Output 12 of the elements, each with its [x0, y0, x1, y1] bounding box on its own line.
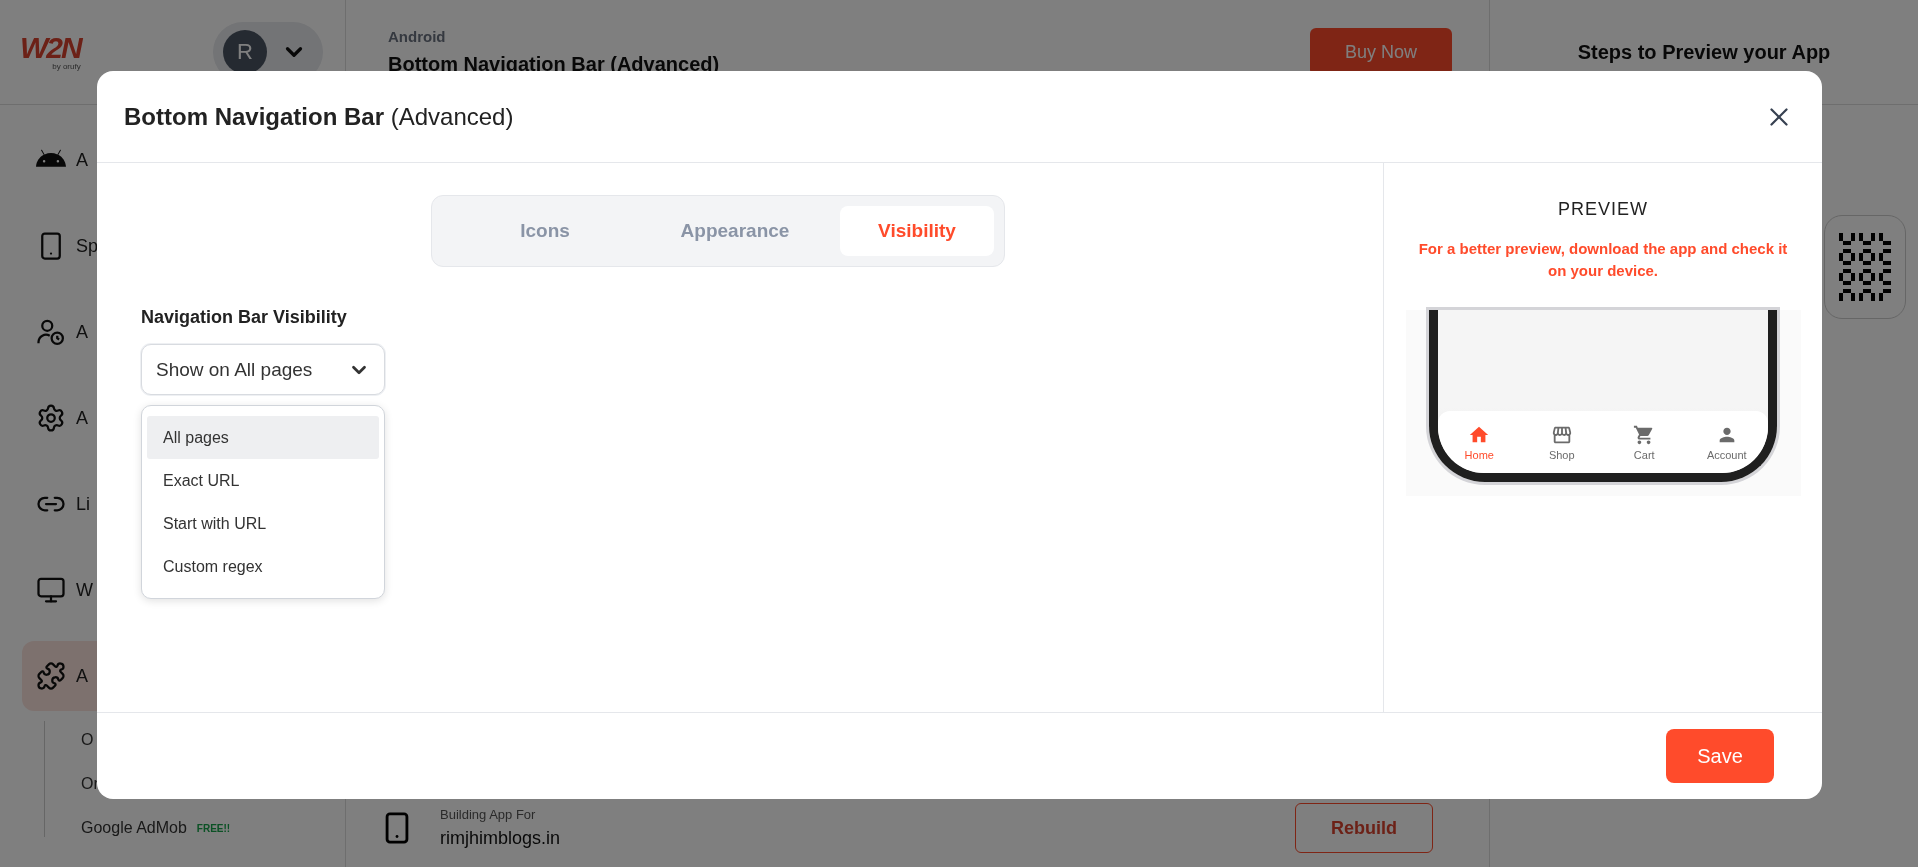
- page-title: Bottom Navigation Bar (Advanced): [388, 53, 720, 76]
- platform-label: Android: [388, 28, 447, 45]
- preview-note: For a better preview, download the app and check it on your device.: [1417, 239, 1789, 281]
- field-label: Navigation Bar Visibility: [141, 307, 348, 328]
- preview-heading: PREVIEW: [1558, 199, 1648, 220]
- domain-text: rimjhimblogs.in: [440, 828, 562, 849]
- free-label: FREE!!: [196, 822, 231, 834]
- panel-title: Steps to Preview your App: [1577, 40, 1831, 64]
- modal-title: Bottom Navigation Bar (Advanced): [124, 102, 514, 131]
- build-caption: Building App For: [440, 807, 537, 822]
- avatar: R: [223, 30, 267, 74]
- logo: W2N by orufy: [20, 33, 81, 71]
